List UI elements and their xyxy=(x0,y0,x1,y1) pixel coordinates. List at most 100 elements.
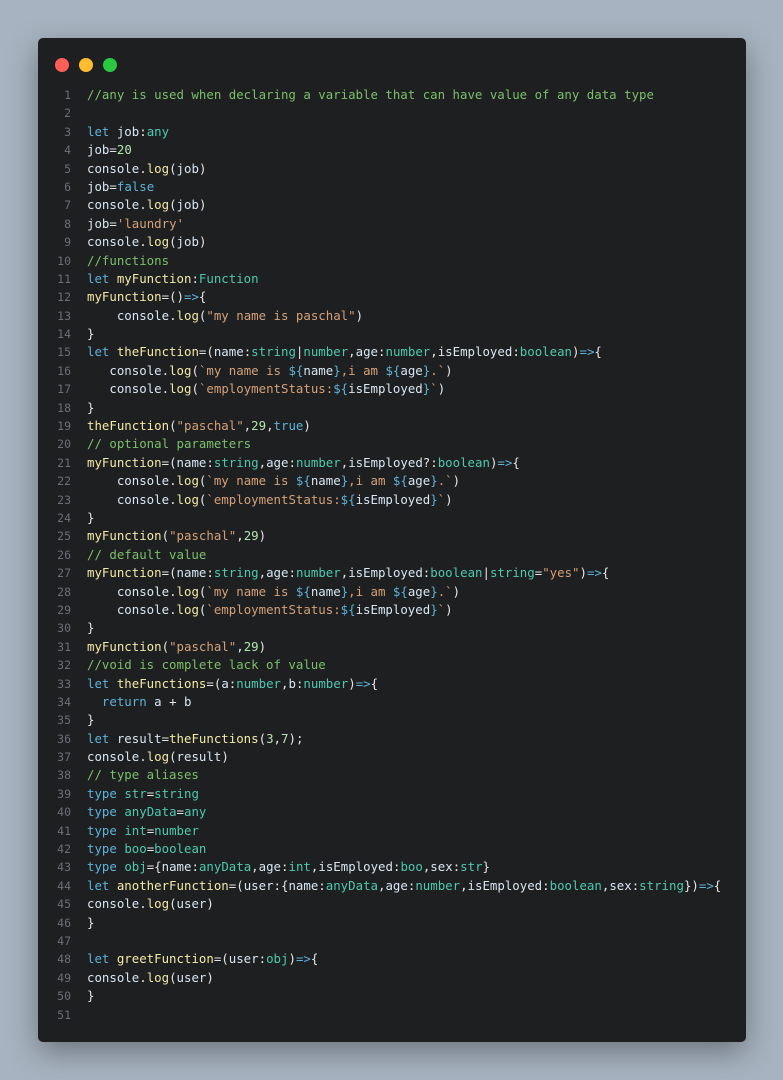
code-token: string xyxy=(251,344,296,360)
line-number: 46 xyxy=(57,915,71,930)
code-token: } xyxy=(87,988,95,1004)
code-token: user xyxy=(228,951,259,967)
code-token: true xyxy=(273,418,304,434)
line-number: 4 xyxy=(64,143,71,158)
code-text: } xyxy=(87,399,94,417)
code-token: log xyxy=(146,160,170,176)
code-token: //void is complete lack of value xyxy=(87,657,326,673)
code-token: name xyxy=(176,565,207,581)
line-number: 5 xyxy=(64,161,71,176)
code-token: ( xyxy=(169,565,177,581)
code-token: ${ xyxy=(288,362,304,378)
code-line: 32 //void is complete lack of value xyxy=(38,656,746,674)
code-token: = xyxy=(176,804,184,820)
code-line: 17 console.log(`employmentStatus:${isEmp… xyxy=(38,380,746,398)
code-token: myFunction xyxy=(87,638,162,654)
code-window: 1 //any is used when declaring a variable… xyxy=(38,38,746,1042)
code-line: 7 console.log(job) xyxy=(38,196,746,214)
code-line: 4 job=20 xyxy=(38,141,746,159)
code-line: 16 console.log(`my name is ${name},i am … xyxy=(38,362,746,380)
code-token: obj xyxy=(266,951,289,967)
minimize-dot-icon[interactable] xyxy=(79,58,93,72)
code-token: result xyxy=(176,749,222,765)
code-token: ) xyxy=(445,491,453,507)
code-text: } xyxy=(87,325,94,343)
code-token: name xyxy=(176,454,207,470)
code-line: 50} xyxy=(38,987,746,1005)
code-token: age xyxy=(355,344,379,360)
code-token: "paschal" xyxy=(169,528,237,544)
line-number: 32 xyxy=(57,658,71,673)
code-token: : xyxy=(281,859,289,875)
code-editor[interactable]: 1 //any is used when declaring a variable… xyxy=(38,86,746,1024)
code-line: 36 let result=theFunctions(3,7); xyxy=(38,730,746,748)
code-token: { xyxy=(713,877,722,893)
code-text: let theFunctions=(a:number,b:number)=>{ xyxy=(87,675,378,693)
code-line: 45 console.log(user) xyxy=(38,895,746,913)
code-token: job xyxy=(87,215,110,231)
code-token: { xyxy=(594,344,602,360)
code-token: = xyxy=(109,142,117,158)
code-token: , xyxy=(236,528,244,544)
code-text: console.log(job) xyxy=(87,160,206,178)
code-token: } xyxy=(333,362,341,378)
code-text: } xyxy=(87,509,94,527)
code-token: ) xyxy=(437,381,446,397)
line-number: 29 xyxy=(57,602,71,617)
code-token: obj xyxy=(124,859,147,875)
code-text: console.log(user) xyxy=(87,969,214,987)
code-text: // default value xyxy=(87,546,206,564)
code-token: } xyxy=(430,583,438,599)
code-token: :{ xyxy=(273,877,289,893)
code-text: console.log(`my name is ${name},i am ${a… xyxy=(87,362,452,380)
line-number: 31 xyxy=(57,639,71,654)
code-line: 31 myFunction("paschal",29) xyxy=(38,638,746,656)
code-line: 44 let anotherFunction=(user:{name:anyDat… xyxy=(38,877,746,895)
code-token: } xyxy=(87,399,95,415)
code-token: name xyxy=(310,583,341,599)
code-token: ( xyxy=(169,749,177,765)
code-line: 11 let myFunction:Function xyxy=(38,270,746,288)
close-dot-icon[interactable] xyxy=(55,58,69,72)
code-text: console.log(`employmentStatus:${isEmploy… xyxy=(87,601,453,619)
code-line: 41 type int=number xyxy=(38,822,746,840)
code-token: // optional parameters xyxy=(87,436,252,452)
code-token: let xyxy=(87,675,117,691)
code-token: log xyxy=(146,197,170,213)
code-token: ( xyxy=(169,418,177,434)
line-number: 30 xyxy=(57,621,71,636)
code-text: } xyxy=(87,987,94,1005)
code-token: ?: xyxy=(422,454,438,470)
code-token: a xyxy=(154,693,162,709)
code-token: boolean xyxy=(519,344,573,360)
code-token: 29 xyxy=(251,418,267,434)
code-text: myFunction("paschal",29) xyxy=(87,527,266,545)
line-number: 13 xyxy=(57,308,71,323)
code-token: user xyxy=(176,969,207,985)
code-token: = xyxy=(161,565,170,581)
code-token: //any is used when declaring a variable … xyxy=(87,87,654,102)
code-token: console xyxy=(116,473,170,489)
line-number: 9 xyxy=(64,235,71,250)
code-token: { xyxy=(601,565,610,581)
code-token: return xyxy=(101,693,155,709)
line-number: 19 xyxy=(57,419,71,434)
code-token: = xyxy=(109,178,117,194)
code-token: ) xyxy=(579,565,587,581)
code-line: 29 console.log(`employmentStatus:${isEmp… xyxy=(38,601,746,619)
code-token: int xyxy=(124,822,147,838)
code-token: ) xyxy=(355,307,364,323)
code-token: . xyxy=(139,160,147,176)
line-number: 11 xyxy=(57,271,71,286)
line-number: 49 xyxy=(57,970,71,985)
code-token: => xyxy=(497,454,513,470)
code-text: //any is used when declaring a variable … xyxy=(87,86,654,104)
line-number: 22 xyxy=(57,474,71,489)
maximize-dot-icon[interactable] xyxy=(103,58,117,72)
line-number: 35 xyxy=(57,713,71,728)
line-number: 14 xyxy=(57,327,71,342)
code-token: user xyxy=(176,896,207,912)
code-token: type xyxy=(87,841,125,857)
